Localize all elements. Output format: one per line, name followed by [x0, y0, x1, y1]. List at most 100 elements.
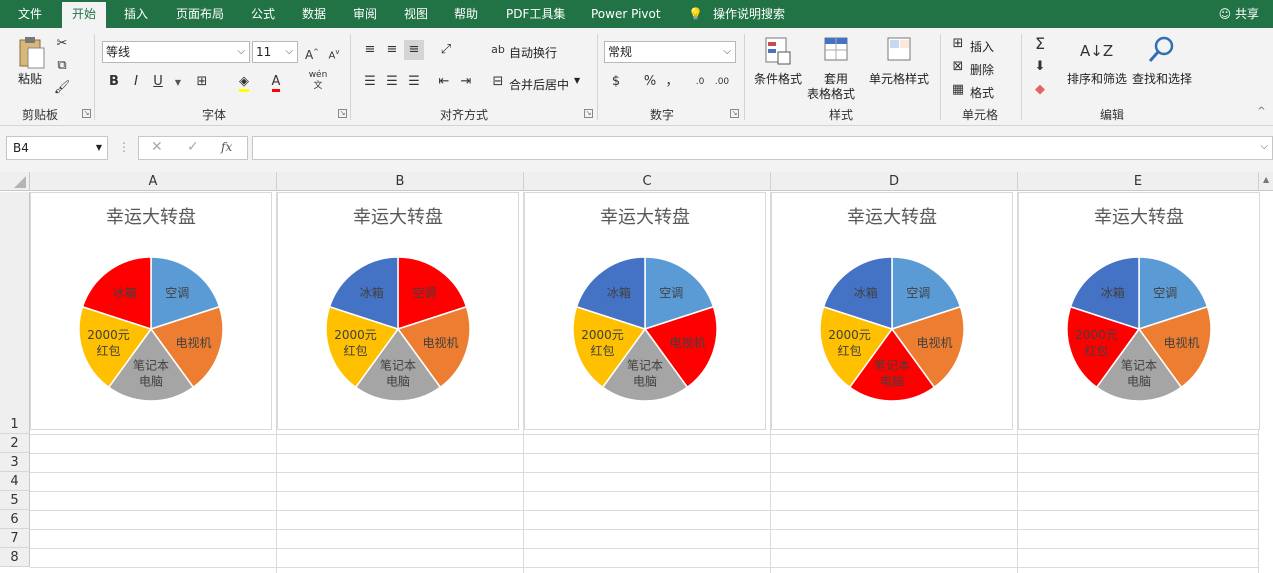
number-format-select[interactable]: 常规 ⌵	[604, 41, 736, 63]
tell-me-search[interactable]: 操作说明搜索	[713, 0, 785, 28]
sort-filter-icon[interactable]: A↓Z	[1080, 36, 1113, 66]
find-select-icon[interactable]	[1146, 34, 1178, 66]
orientation-icon[interactable]: ⤢	[436, 40, 456, 60]
pie-chart-a[interactable]: 幸运大转盘 空调 电视机 笔记本电脑 2000元红包 冰箱	[30, 192, 272, 430]
merge-center-button[interactable]: 合并后居中	[509, 76, 569, 93]
comma-button[interactable]: ，	[662, 72, 682, 92]
cut-icon[interactable]: ✂	[52, 34, 72, 54]
column-header-c[interactable]: C	[524, 172, 771, 191]
paste-icon[interactable]	[16, 36, 46, 70]
increase-font-icon[interactable]: A^	[302, 42, 322, 62]
row-header-5[interactable]: 5	[0, 491, 30, 510]
cell-styles-icon[interactable]	[886, 36, 914, 66]
insert-cells-button[interactable]: 插入	[970, 38, 994, 55]
enter-icon[interactable]: ✓	[187, 139, 199, 155]
conditional-format-icon[interactable]	[764, 36, 792, 66]
row-header-2[interactable]: 2	[0, 434, 30, 453]
decrease-indent-icon[interactable]: ⇤	[434, 72, 454, 92]
cell-styles-button[interactable]: 单元格样式	[869, 70, 929, 87]
copy-icon[interactable]: ⧉	[52, 56, 72, 76]
clipboard-launcher-icon[interactable]: ↘	[82, 109, 91, 118]
chevron-down-icon[interactable]: ▼	[574, 76, 580, 85]
delete-cells-icon[interactable]: ⊠	[948, 57, 968, 77]
format-as-table-icon[interactable]	[823, 36, 851, 66]
font-launcher-icon[interactable]: ↘	[338, 109, 347, 118]
align-middle-icon[interactable]: ≡	[382, 40, 402, 60]
underline-button[interactable]: U	[148, 72, 168, 92]
delete-cells-button[interactable]: 删除	[970, 61, 994, 78]
format-cells-icon[interactable]: ▦	[948, 80, 968, 100]
align-top-icon[interactable]: ≡	[360, 40, 380, 60]
wrap-text-button[interactable]: 自动换行	[509, 44, 557, 61]
align-left-icon[interactable]: ☰	[360, 72, 380, 92]
paste-button[interactable]: 粘贴	[18, 70, 42, 87]
drag-handle-icon[interactable]: ⋮	[118, 140, 130, 154]
tab-data[interactable]: 数据	[302, 0, 326, 28]
tab-file[interactable]: 文件	[18, 0, 42, 28]
format-painter-icon[interactable]: 🖌	[52, 78, 72, 98]
column-header-e[interactable]: E	[1018, 172, 1259, 191]
insert-cells-icon[interactable]: ⊞	[948, 34, 968, 54]
format-as-table-button[interactable]: 表格格式	[807, 85, 855, 102]
align-right-icon[interactable]: ☰	[404, 72, 424, 92]
scroll-up-icon[interactable]: ▲	[1263, 175, 1269, 184]
format-cells-button[interactable]: 格式	[970, 84, 994, 101]
wrap-text-icon[interactable]: ab	[488, 40, 508, 60]
pie-chart-b[interactable]: 幸运大转盘 空调 电视机 笔记本电脑 2000元红包 冰箱	[277, 192, 519, 430]
cancel-icon[interactable]: ✕	[151, 139, 163, 155]
sort-filter-button[interactable]: 排序和筛选	[1067, 70, 1127, 87]
column-header-b[interactable]: B	[277, 172, 524, 191]
merge-center-icon[interactable]: ⊟	[488, 72, 508, 92]
bold-button[interactable]: B	[104, 72, 124, 92]
pie-chart-c[interactable]: 幸运大转盘 空调 电视机 笔记本电脑 2000元红包 冰箱	[524, 192, 766, 430]
column-header-a[interactable]: A	[30, 172, 277, 191]
fill-icon[interactable]: ⬇	[1030, 57, 1050, 77]
tab-power-pivot[interactable]: Power Pivot	[591, 0, 661, 28]
tab-insert[interactable]: 插入	[124, 0, 148, 28]
decrease-font-icon[interactable]: Av	[324, 42, 344, 62]
borders-icon[interactable]: ⊞	[192, 72, 212, 92]
row-header-7[interactable]: 7	[0, 529, 30, 548]
pie-chart-d[interactable]: 幸运大转盘 空调 电视机 笔记本电脑 2000元红包 冰箱	[771, 192, 1013, 430]
decrease-decimal-icon[interactable]: .00	[712, 72, 732, 92]
font-name-select[interactable]: 等线 ⌵	[102, 41, 250, 63]
increase-indent-icon[interactable]: ⇥	[456, 72, 476, 92]
column-header-d[interactable]: D	[771, 172, 1018, 191]
collapse-ribbon-icon[interactable]: ^	[1257, 107, 1266, 117]
find-select-button[interactable]: 查找和选择	[1132, 70, 1192, 87]
tab-review[interactable]: 审阅	[353, 0, 377, 28]
expand-formula-icon[interactable]: ⌵	[1260, 141, 1268, 152]
alignment-launcher-icon[interactable]: ↘	[584, 109, 593, 118]
name-box[interactable]: B4 ▼	[6, 136, 108, 160]
row-header-3[interactable]: 3	[0, 453, 30, 472]
tab-help[interactable]: 帮助	[454, 0, 478, 28]
row-header-1[interactable]: 1	[0, 192, 30, 434]
fill-color-icon[interactable]: ◈	[234, 72, 254, 92]
insert-function-button[interactable]: fx	[221, 140, 232, 154]
lightbulb-icon[interactable]: 💡	[688, 0, 703, 28]
percent-button[interactable]: %	[640, 72, 660, 92]
phonetic-icon[interactable]: wén 文	[308, 70, 328, 91]
select-all-corner[interactable]	[0, 172, 30, 191]
currency-icon[interactable]: $	[606, 72, 626, 92]
row-header-6[interactable]: 6	[0, 510, 30, 529]
number-launcher-icon[interactable]: ↘	[730, 109, 739, 118]
clear-icon[interactable]: ◆	[1030, 80, 1050, 100]
chevron-down-icon[interactable]: ▼	[168, 72, 188, 92]
row-header-8[interactable]: 8	[0, 548, 30, 567]
align-bottom-icon[interactable]: ≡	[404, 40, 424, 60]
tab-formulas[interactable]: 公式	[251, 0, 275, 28]
italic-button[interactable]: I	[126, 72, 146, 92]
autosum-icon[interactable]: Σ	[1030, 34, 1050, 54]
tab-view[interactable]: 视图	[404, 0, 428, 28]
font-color-icon[interactable]: A	[266, 72, 286, 92]
share-button[interactable]: ☺ 共享	[1219, 0, 1259, 28]
row-header-4[interactable]: 4	[0, 472, 30, 491]
formula-input[interactable]: ⌵	[252, 136, 1273, 160]
pie-chart-e[interactable]: 幸运大转盘 空调 电视机 笔记本电脑 2000元红包 冰箱	[1018, 192, 1260, 430]
tab-page-layout[interactable]: 页面布局	[176, 0, 224, 28]
tab-home[interactable]: 开始	[62, 2, 107, 28]
conditional-format-button[interactable]: 条件格式	[754, 70, 802, 87]
increase-decimal-icon[interactable]: .0	[690, 72, 710, 92]
tab-pdf-tools[interactable]: PDF工具集	[506, 0, 565, 28]
